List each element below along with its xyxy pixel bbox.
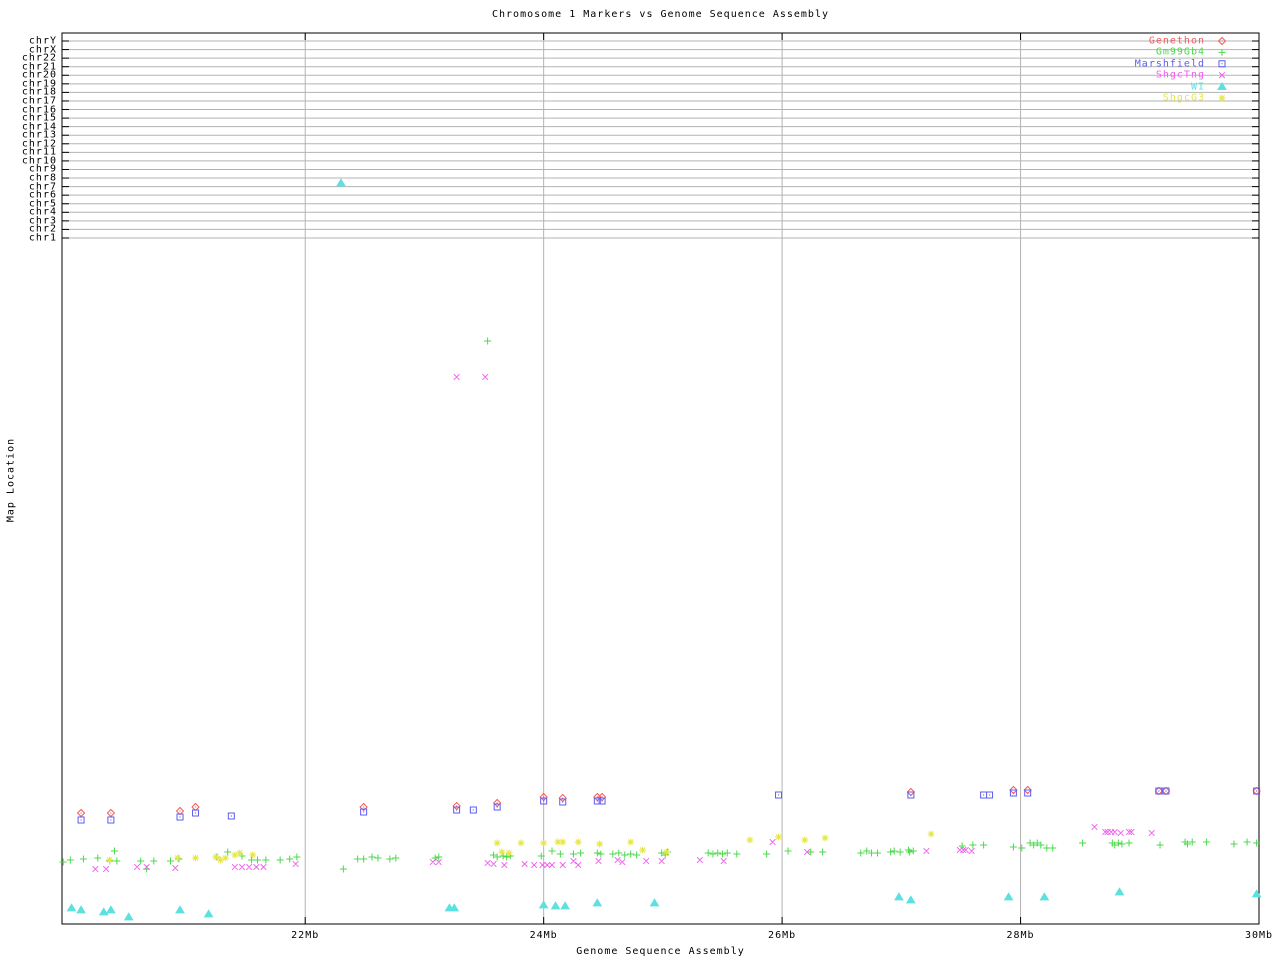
series-Genethon-points <box>76 785 1261 818</box>
plot-border <box>61 32 1260 925</box>
series-Marshfield-points <box>77 787 1261 824</box>
series-ShgcG3-points <box>106 830 935 864</box>
x-tick-30Mb: 30Mb <box>1244 930 1274 941</box>
chart-canvas: Chromosome 1 Markers vs Genome Sequence … <box>0 0 1280 960</box>
plot-svg <box>59 32 1262 925</box>
chart-title: Chromosome 1 Markers vs Genome Sequence … <box>492 9 829 20</box>
x-axis-title: Genome Sequence Assembly <box>576 946 745 957</box>
series-WI-points <box>66 178 1262 921</box>
x-tick-26Mb: 26Mb <box>768 930 797 941</box>
gridlines <box>62 33 1259 924</box>
legend-label-ShgcG3: ShgcG3 <box>1162 92 1205 104</box>
y-axis-title: Map Location <box>5 437 17 523</box>
series-ShgcTng-points <box>92 373 1155 873</box>
x-tick-28Mb: 28Mb <box>1006 930 1035 941</box>
legend-label-Gm99Gb4: Gm99Gb4 <box>1155 46 1205 58</box>
axis-ticks <box>62 33 1260 924</box>
series-Gm99Gb4-points <box>59 337 1261 873</box>
legend-label-WI: WI <box>1190 81 1205 93</box>
legend-marker-ShgcG3 <box>1218 94 1226 102</box>
x-tick-22Mb: 22Mb <box>291 930 320 941</box>
legend-label-Genethon: Genethon <box>1148 35 1205 47</box>
x-tick-24Mb: 24Mb <box>529 930 558 941</box>
legend-label-Marshfield: Marshfield <box>1134 58 1205 70</box>
legend-label-ShgcTng: ShgcTng <box>1155 69 1205 81</box>
legend-marker-Marshfield <box>1218 60 1226 68</box>
y-tick-chr1: chr1 <box>28 232 57 244</box>
